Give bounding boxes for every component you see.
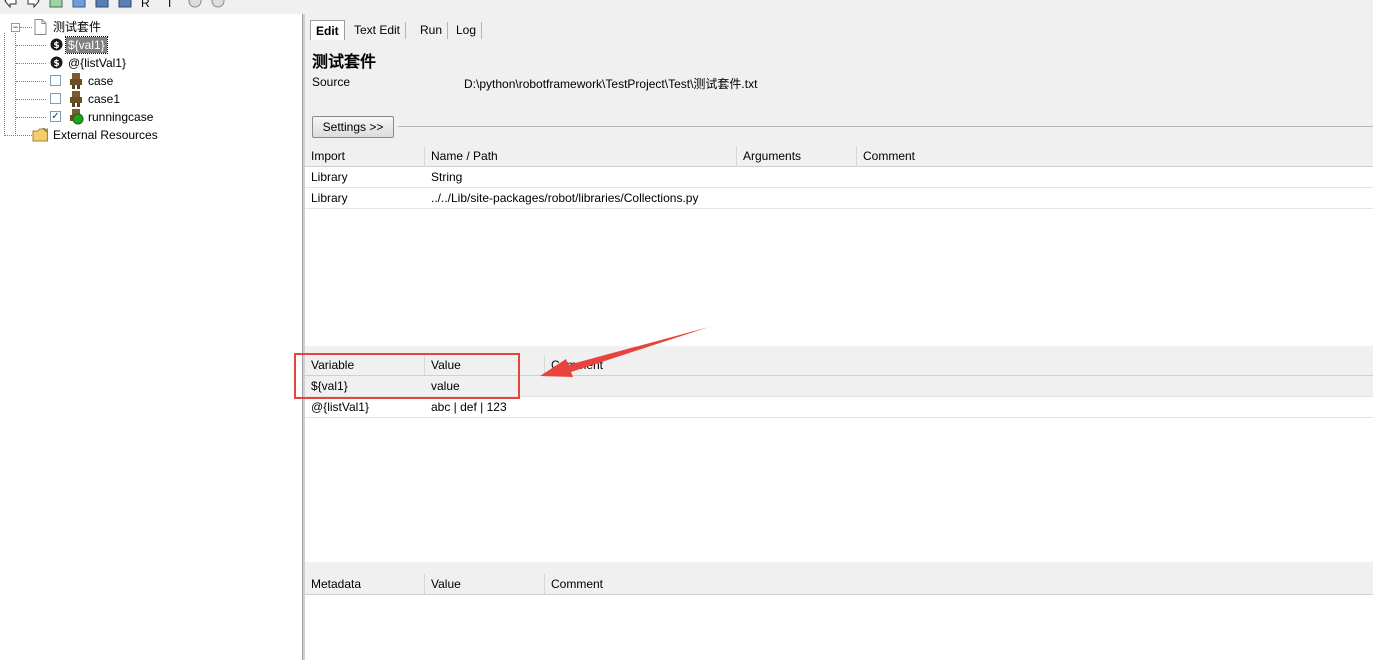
tab-bar: Edit Text Edit Run Log bbox=[305, 18, 1373, 44]
folder-icon bbox=[32, 127, 48, 142]
tree-connector bbox=[16, 81, 46, 82]
tab-text-edit[interactable]: Text Edit bbox=[349, 22, 407, 39]
tree-connector bbox=[15, 33, 16, 136]
import-type-cell[interactable]: Library bbox=[305, 188, 348, 208]
toolbar: R T bbox=[0, 0, 1373, 14]
import-table: Import Name / Path Arguments Comment Lib… bbox=[305, 146, 1373, 346]
column-header-import[interactable]: Import bbox=[305, 146, 425, 166]
annotation-highlight-box bbox=[294, 353, 520, 399]
tree-connector bbox=[16, 45, 46, 46]
column-header-comment[interactable]: Comment bbox=[857, 146, 1373, 166]
toolbar-fragment-t[interactable]: T bbox=[166, 0, 173, 10]
tree-item-case[interactable]: case bbox=[88, 73, 113, 89]
tab-edit[interactable]: Edit bbox=[310, 20, 345, 41]
toolbar-fragment-r[interactable]: R bbox=[141, 0, 150, 10]
forward-arrow-icon[interactable] bbox=[26, 0, 40, 8]
column-header-arguments[interactable]: Arguments bbox=[737, 146, 857, 166]
tab-log[interactable]: Log bbox=[451, 22, 483, 39]
running-robot-icon bbox=[70, 109, 84, 125]
tree-item-runningcase[interactable]: runningcase bbox=[88, 109, 153, 125]
table-row[interactable]: Library String bbox=[305, 167, 1373, 188]
tree-root-suite[interactable]: 测试套件 bbox=[53, 19, 101, 35]
variable-name-cell[interactable]: @{listVal1} bbox=[305, 397, 369, 417]
import-name-cell[interactable]: ../../Lib/site-packages/robot/libraries/… bbox=[425, 188, 698, 208]
tree-connector bbox=[16, 63, 46, 64]
tab-run[interactable]: Run bbox=[415, 22, 449, 39]
page-title: 测试套件 bbox=[312, 54, 377, 71]
case-checkbox[interactable] bbox=[50, 75, 61, 86]
edit-content: 测试套件 Source D:\python\robotframework\Tes… bbox=[305, 40, 1373, 660]
table-row[interactable]: Library ../../Lib/site-packages/robot/li… bbox=[305, 188, 1373, 209]
stop-icon[interactable] bbox=[211, 0, 225, 8]
tree-connector bbox=[4, 33, 5, 136]
tree-connector bbox=[16, 99, 46, 100]
tree-item-scalar-variable[interactable]: ${val1} bbox=[65, 36, 108, 54]
tree-connector bbox=[20, 27, 32, 28]
collapse-icon[interactable]: − bbox=[11, 23, 20, 32]
metadata-table: Metadata Value Comment bbox=[305, 574, 1373, 660]
import-name-cell[interactable]: String bbox=[425, 167, 462, 187]
svg-text:$: $ bbox=[53, 41, 59, 51]
tree-item-case1[interactable]: case1 bbox=[88, 91, 120, 107]
project-tree: − 测试套件 $ ${val1} $ @{listVal1} case case… bbox=[0, 14, 302, 660]
column-header-comment[interactable]: Comment bbox=[545, 355, 1373, 375]
runningcase-checkbox[interactable]: ✓ bbox=[50, 111, 61, 122]
run-icon[interactable] bbox=[188, 0, 202, 8]
divider bbox=[398, 126, 1373, 127]
source-label: Source bbox=[312, 75, 351, 89]
settings-button[interactable]: Settings >> bbox=[312, 116, 394, 138]
tree-item-list-variable[interactable]: @{listVal1} bbox=[68, 55, 126, 71]
robot-icon bbox=[70, 73, 82, 89]
new-project-icon[interactable] bbox=[49, 0, 63, 8]
tree-connector bbox=[16, 117, 46, 118]
column-header-metadata[interactable]: Metadata bbox=[305, 574, 425, 594]
column-header-value[interactable]: Value bbox=[425, 574, 545, 594]
column-header-comment[interactable]: Comment bbox=[545, 574, 1373, 594]
scalar-variable-icon: $ bbox=[50, 38, 63, 51]
save-icon[interactable] bbox=[95, 0, 109, 8]
tree-item-external-resources[interactable]: External Resources bbox=[53, 127, 158, 143]
metadata-table-header: Metadata Value Comment bbox=[305, 574, 1373, 595]
variable-value-cell[interactable]: abc | def | 123 bbox=[425, 397, 507, 417]
import-table-header: Import Name / Path Arguments Comment bbox=[305, 146, 1373, 167]
document-icon bbox=[34, 19, 47, 35]
list-variable-icon: $ bbox=[50, 56, 63, 69]
case1-checkbox[interactable] bbox=[50, 93, 61, 104]
editor-panel: Edit Text Edit Run Log 测试套件 Source D:\py… bbox=[305, 14, 1373, 660]
svg-text:$: $ bbox=[53, 59, 59, 69]
robot-icon bbox=[70, 91, 82, 107]
source-path: D:\python\robotframework\TestProject\Tes… bbox=[464, 77, 758, 91]
table-row[interactable]: @{listVal1} abc | def | 123 bbox=[305, 397, 1373, 418]
column-header-name-path[interactable]: Name / Path bbox=[425, 146, 737, 166]
back-arrow-icon[interactable] bbox=[4, 0, 18, 8]
import-type-cell[interactable]: Library bbox=[305, 167, 348, 187]
tree-connector bbox=[4, 135, 32, 136]
save-all-icon[interactable] bbox=[118, 0, 132, 8]
open-folder-icon[interactable] bbox=[72, 0, 86, 8]
